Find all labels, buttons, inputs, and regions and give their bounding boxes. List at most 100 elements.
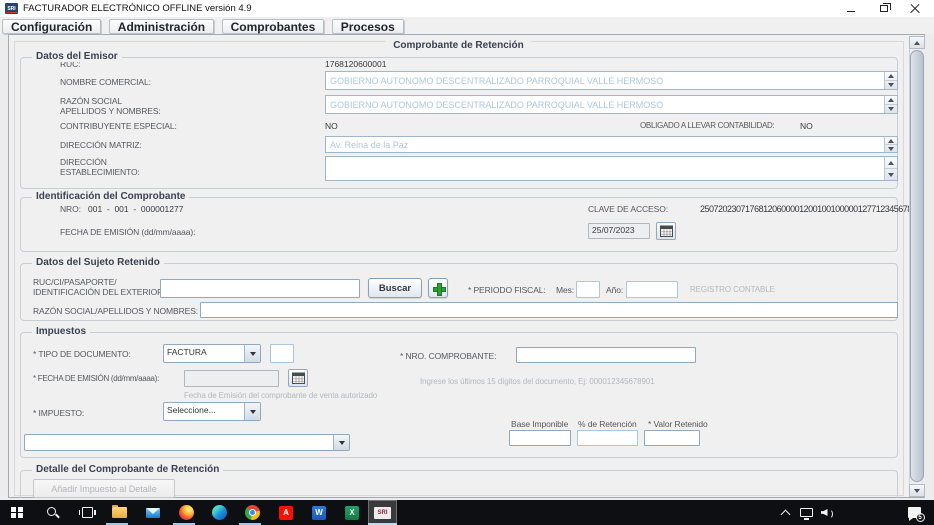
detalle-impuesto-combo[interactable] (24, 434, 350, 451)
windows-start-icon (11, 507, 23, 519)
fecha-emision-input[interactable]: 25/07/2023 (588, 223, 650, 239)
taskbar-mail[interactable] (138, 500, 168, 525)
anio-input[interactable] (626, 281, 678, 298)
fecha-emision-hint: Fecha de Emisión del comprobante de vent… (184, 391, 377, 400)
nro-label: NRO: (60, 204, 81, 214)
clave-acceso-label: CLAVE DE ACCESO: (588, 204, 668, 214)
mes-label: Mes: (556, 285, 574, 295)
impuesto-label: * IMPUESTO: (33, 408, 84, 418)
razon-social-sujeto-label: RAZÓN SOCIAL/APELLIDOS Y NOMBRES: (33, 306, 198, 316)
group-title-identificacion: Identificación del Comprobante (32, 191, 189, 202)
nombre-comercial-label: NOMBRE COMERCIAL: (60, 77, 151, 87)
spinner-up-icon[interactable] (885, 72, 897, 81)
razon-social-value: GOBIERNO AUTONOMO DESCENTRALIZADO PARROQ… (330, 100, 663, 110)
mes-input[interactable] (576, 281, 600, 298)
menu-comprobantes[interactable]: Comprobantes (222, 19, 325, 34)
nombre-comercial-field[interactable]: GOBIERNO AUTONOMO DESCENTRALIZADO PARROQ… (325, 71, 898, 90)
fecha-emision-impuesto-calendar-button[interactable] (288, 369, 308, 387)
notification-center-button[interactable]: 5 (900, 500, 928, 525)
excel-icon: X (345, 506, 359, 520)
fecha-emision-calendar-button[interactable] (656, 222, 676, 240)
scrollbar-up-button[interactable] (909, 36, 925, 49)
obligado-contabilidad-value: NO (800, 121, 813, 131)
menu-administracion[interactable]: Administración (109, 19, 214, 34)
calendar-icon (292, 372, 305, 384)
valor-retenido-input[interactable] (644, 430, 700, 446)
spinner[interactable] (884, 96, 897, 113)
spinner-down-icon[interactable] (885, 81, 897, 89)
taskbar-search-button[interactable] (38, 500, 68, 525)
valor-retenido-header: * Valor Retenido (648, 419, 708, 429)
network-icon (800, 508, 813, 517)
codigo-documento-input[interactable] (270, 344, 294, 363)
taskbar-edge[interactable] (204, 500, 234, 525)
menu-bar: Configuración Administración Comprobante… (0, 17, 934, 34)
taskbar-chrome[interactable] (237, 500, 267, 525)
task-view-button[interactable] (72, 500, 102, 525)
spinner-up-icon[interactable] (885, 96, 897, 105)
spinner[interactable] (884, 157, 897, 180)
taskbar-word[interactable]: W (304, 500, 334, 525)
fecha-emision-impuesto-input[interactable] (184, 370, 279, 387)
group-title-detalle: Detalle del Comprobante de Retención (32, 464, 223, 475)
taskbar-firefox[interactable] (171, 500, 201, 525)
clave-acceso-value: 2507202307176812060000120010010000012771… (700, 204, 921, 214)
dropdown-arrow-icon[interactable] (244, 403, 260, 420)
word-icon: W (312, 506, 326, 520)
fecha-emision-label: FECHA DE EMISIÓN (dd/mm/aaaa): (60, 227, 195, 237)
taskbar-acrobat[interactable]: A (271, 500, 301, 525)
razon-social-field[interactable]: GOBIERNO AUTONOMO DESCENTRALIZADO PARROQ… (325, 95, 898, 114)
spinner-down-icon[interactable] (885, 105, 897, 113)
anadir-impuesto-button[interactable]: Añadir Impuesto al Detalle (33, 479, 175, 498)
scrollbar-down-button[interactable] (909, 484, 925, 497)
spinner-up-icon[interactable] (885, 137, 897, 145)
spinner[interactable] (884, 72, 897, 89)
nro-comprobante-input[interactable] (516, 347, 696, 363)
tray-volume[interactable] (815, 500, 839, 525)
spinner-down-icon[interactable] (885, 145, 897, 152)
nro-comprobante-hint: Ingrese los últimos 15 dígitos del docum… (420, 377, 655, 386)
firefox-icon (179, 505, 194, 520)
buscar-button[interactable]: Buscar (368, 278, 422, 298)
minimize-button[interactable] (838, 0, 864, 17)
restore-button[interactable] (871, 0, 897, 17)
tipo-documento-combo[interactable]: FACTURA (163, 344, 261, 363)
search-icon (47, 507, 59, 519)
tray-expand-button[interactable] (774, 500, 796, 525)
taskbar-excel[interactable]: X (337, 500, 367, 525)
direccion-matriz-label: DIRECCIÓN MATRIZ: (60, 140, 142, 150)
start-button[interactable] (2, 500, 32, 525)
spinner-up-icon[interactable] (885, 157, 897, 169)
direccion-matriz-field[interactable]: Av. Reina de la Paz (325, 136, 898, 153)
taskbar-file-explorer[interactable] (104, 500, 134, 525)
spinner-down-icon[interactable] (885, 169, 897, 180)
anio-label: Año: (606, 285, 623, 295)
base-imponible-input[interactable] (509, 430, 571, 446)
acrobat-icon: A (279, 506, 293, 520)
dropdown-arrow-icon[interactable] (244, 345, 260, 362)
taskbar-sri-facturador-active[interactable]: SRI (368, 500, 397, 525)
app-icon: SRI (5, 3, 18, 14)
sri-app-icon: SRI (374, 507, 391, 519)
menu-configuracion[interactable]: Configuración (2, 19, 101, 34)
razon-social-sujeto-input[interactable] (200, 302, 898, 318)
scrollbar-down-icon (914, 489, 920, 493)
direccion-establecimiento-field[interactable] (325, 156, 898, 181)
dropdown-arrow-icon[interactable] (333, 435, 349, 450)
menu-procesos[interactable]: Procesos (332, 19, 404, 34)
identificacion-exterior-input[interactable] (160, 279, 360, 298)
nombre-comercial-value: GOBIERNO AUTONOMO DESCENTRALIZADO PARROQ… (330, 76, 663, 86)
retencion-input[interactable] (577, 430, 638, 446)
contribuyente-especial-label: CONTRIBUYENTE ESPECIAL: (60, 121, 177, 131)
impuesto-combo[interactable]: Seleccione... (163, 402, 261, 421)
volume-icon (821, 507, 834, 518)
spinner[interactable] (884, 137, 897, 152)
task-view-icon (82, 507, 93, 518)
tipo-documento-label: * TIPO DE DOCUMENTO: (33, 349, 131, 359)
scrollbar-thumb[interactable] (910, 50, 924, 482)
mail-icon (146, 508, 160, 518)
group-title-impuestos: Impuestos (32, 326, 90, 337)
add-sujeto-button[interactable] (428, 278, 448, 298)
close-button[interactable] (902, 0, 928, 17)
window-title: FACTURADOR ELECTRÓNICO OFFLINE versión 4… (23, 3, 252, 14)
